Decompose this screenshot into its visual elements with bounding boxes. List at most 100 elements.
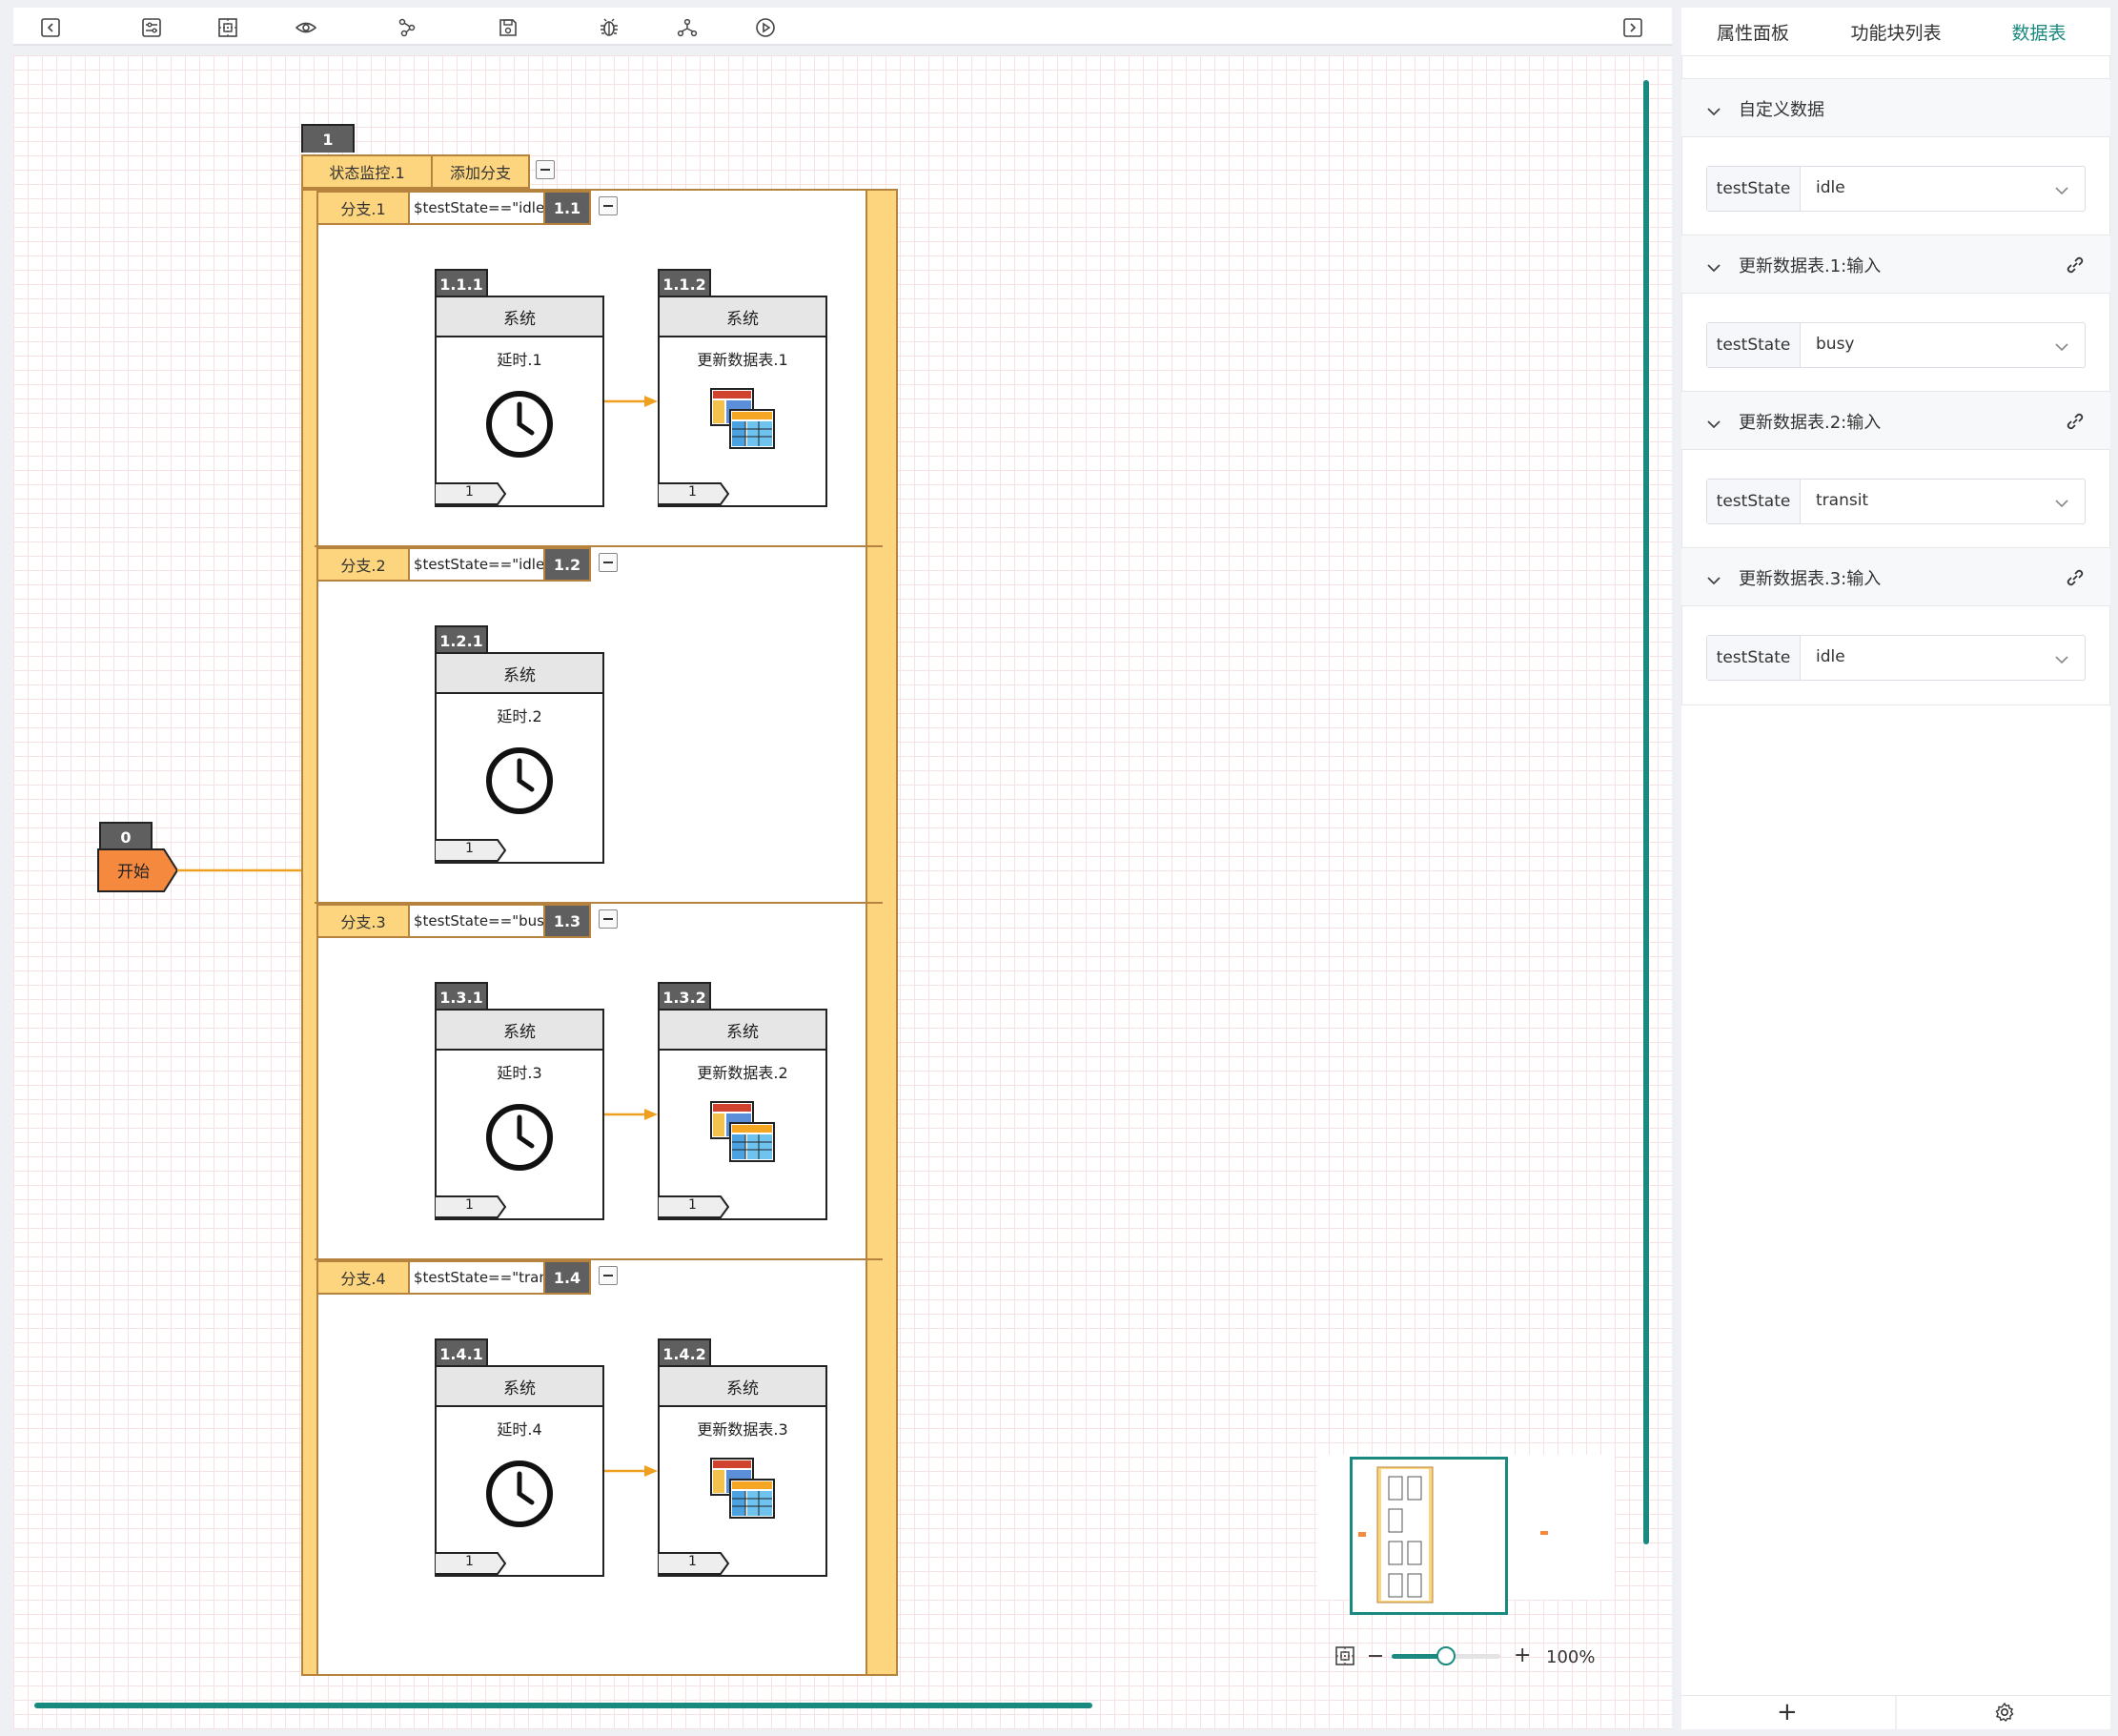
data-row[interactable]: testState idle: [1706, 166, 2086, 212]
chevron-down-icon[interactable]: [2054, 338, 2069, 357]
node-category: 系统: [660, 297, 825, 337]
minimap-marker: [1540, 1531, 1548, 1535]
data-row[interactable]: testState busy: [1706, 322, 2086, 368]
chevron-down-icon[interactable]: [1706, 258, 1721, 278]
data-key: testState: [1707, 636, 1801, 680]
tab-function-blocks[interactable]: 功能块列表: [1824, 8, 1967, 55]
add-icon[interactable]: +: [1777, 1700, 1798, 1725]
zoom-out-icon[interactable]: [1369, 1655, 1382, 1657]
monitor-collapse-button[interactable]: [536, 160, 555, 179]
data-row[interactable]: testState transit: [1706, 479, 2086, 524]
topology-icon[interactable]: [675, 15, 700, 40]
connector-arrow: [604, 1465, 658, 1477]
gear-icon[interactable]: [1994, 1702, 2015, 1726]
fit-view-icon[interactable]: [1334, 1645, 1355, 1670]
vertical-scrollbar[interactable]: [1643, 80, 1649, 1544]
debug-icon[interactable]: [597, 15, 621, 40]
start-connector-arrow: [177, 865, 315, 876]
update-datatable-node[interactable]: 系统 更新数据表.1 1: [657, 296, 827, 507]
zoom-slider[interactable]: [1392, 1646, 1500, 1665]
update-datatable-node[interactable]: 系统 更新数据表.3 1: [657, 1365, 827, 1577]
node-category: 系统: [660, 1367, 825, 1407]
node-name: 更新数据表.3: [697, 1420, 788, 1439]
zoom-slider-handle[interactable]: [1436, 1646, 1456, 1665]
data-value-select[interactable]: busy: [1816, 335, 1854, 354]
delay-node[interactable]: 系统 延时.2 1: [434, 652, 604, 864]
add-branch-button[interactable]: 添加分支: [431, 154, 530, 189]
section-update-table-1-input[interactable]: 更新数据表.1:输入: [1681, 235, 2110, 294]
preview-icon[interactable]: [294, 15, 318, 40]
chevron-down-icon[interactable]: [1706, 415, 1721, 435]
start-node-number: 0: [99, 822, 153, 850]
section-update-table-3-input[interactable]: 更新数据表.3:输入: [1681, 547, 2110, 606]
flow-canvas[interactable]: 0 开始 1 状态监控.1 添加分支 分支.1 $testState=="idl…: [13, 55, 1672, 1729]
panel-footer: +: [1681, 1695, 2110, 1730]
node-number: 1.3.2: [658, 982, 711, 1011]
data-row[interactable]: testState idle: [1706, 635, 2086, 681]
section-update-table-2-input[interactable]: 更新数据表.2:输入: [1681, 391, 2110, 450]
output-port[interactable]: 1: [434, 839, 507, 862]
delay-node[interactable]: 系统 延时.3 1: [434, 1009, 604, 1220]
chevron-down-icon[interactable]: [1706, 102, 1721, 122]
section-custom-data[interactable]: 自定义数据: [1681, 78, 2110, 137]
save-icon[interactable]: [496, 15, 520, 40]
chevron-down-icon[interactable]: [2054, 651, 2069, 669]
node-name: 更新数据表.1: [697, 351, 788, 369]
collapse-left-icon[interactable]: [38, 15, 63, 40]
update-datatable-node[interactable]: 系统 更新数据表.2 1: [657, 1009, 827, 1220]
node-name: 延时.3: [497, 1064, 542, 1082]
delay-node[interactable]: 系统 延时.1 1: [434, 296, 604, 507]
horizontal-scrollbar[interactable]: [34, 1703, 1092, 1708]
monitor-label[interactable]: 状态监控.1: [301, 154, 433, 189]
branch-label[interactable]: 分支.2: [316, 547, 410, 582]
node-number: 1.3.1: [435, 982, 488, 1011]
branch-condition[interactable]: $testState=="busy": [408, 904, 545, 938]
node-category: 系统: [660, 1011, 825, 1051]
tab-datatable[interactable]: 数据表: [1967, 8, 2110, 55]
branch-label[interactable]: 分支.1: [316, 191, 410, 225]
chevron-down-icon[interactable]: [2054, 182, 2069, 200]
port-label: 1: [465, 484, 474, 500]
tab-properties[interactable]: 属性面板: [1681, 8, 1824, 55]
output-port[interactable]: 1: [434, 1195, 507, 1218]
output-port[interactable]: 1: [657, 1552, 730, 1575]
branch-condition[interactable]: $testState=="idle": [408, 191, 545, 225]
run-icon[interactable]: [753, 15, 778, 40]
branch-condition[interactable]: $testState=="idle": [408, 547, 545, 582]
branch-condition[interactable]: $testState=="transit": [408, 1260, 545, 1295]
zoom-in-icon[interactable]: +: [1514, 1645, 1531, 1666]
link-icon[interactable]: [2065, 411, 2086, 437]
minimap-viewport[interactable]: [1350, 1457, 1508, 1615]
section-title: 更新数据表.1:输入: [1739, 256, 1882, 276]
branch-collapse-button[interactable]: [599, 196, 618, 215]
chevron-down-icon[interactable]: [1706, 571, 1721, 591]
link-icon[interactable]: [2065, 255, 2086, 280]
node-number: 1.2.1: [435, 625, 488, 654]
data-value-select[interactable]: transit: [1816, 491, 1868, 510]
chevron-down-icon[interactable]: [2054, 495, 2069, 513]
output-port[interactable]: 1: [657, 482, 730, 505]
branch-collapse-button[interactable]: [599, 553, 618, 572]
fit-view-icon[interactable]: [215, 15, 240, 40]
workflow-icon[interactable]: [395, 15, 419, 40]
output-port[interactable]: 1: [657, 1195, 730, 1218]
branch-label[interactable]: 分支.4: [316, 1260, 410, 1295]
output-port[interactable]: 1: [434, 482, 507, 505]
data-value-select[interactable]: idle: [1816, 178, 1845, 197]
port-label: 1: [688, 1554, 697, 1569]
branch-collapse-button[interactable]: [599, 909, 618, 929]
node-category: 系统: [437, 654, 602, 694]
data-value-select[interactable]: idle: [1816, 647, 1845, 666]
section-title: 更新数据表.2:输入: [1739, 413, 1882, 433]
collapse-right-icon[interactable]: [1620, 15, 1645, 40]
link-icon[interactable]: [2065, 567, 2086, 593]
output-port[interactable]: 1: [434, 1552, 507, 1575]
branch-label[interactable]: 分支.3: [316, 904, 410, 938]
branch-collapse-button[interactable]: [599, 1266, 618, 1285]
delay-node[interactable]: 系统 延时.4 1: [434, 1365, 604, 1577]
port-label: 1: [465, 1197, 474, 1213]
minimap[interactable]: [1317, 1455, 1615, 1615]
footer-divider: [1895, 1696, 1897, 1730]
adjust-icon[interactable]: [139, 15, 164, 40]
data-key: testState: [1707, 167, 1801, 211]
